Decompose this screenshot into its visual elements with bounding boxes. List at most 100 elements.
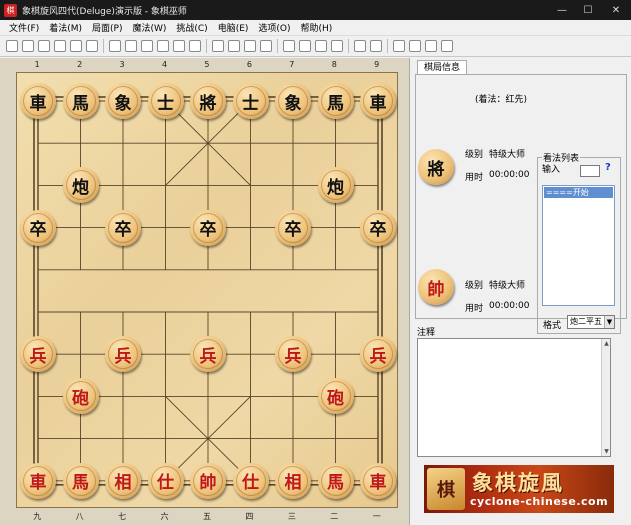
board-setup-icon[interactable] [189, 40, 201, 52]
record-icon[interactable] [299, 40, 311, 52]
black-piece[interactable]: 炮 [317, 167, 354, 204]
red-piece[interactable]: 兵 [275, 336, 311, 373]
toolbar-separator [277, 39, 278, 53]
black-piece[interactable]: 卒 [360, 209, 396, 246]
menu-computer[interactable]: 电脑(E) [213, 21, 254, 34]
black-piece[interactable]: 士 [232, 83, 269, 119]
maximize-button[interactable]: ☐ [575, 0, 601, 20]
next-move-icon[interactable] [141, 40, 153, 52]
format-select[interactable]: 炮二平五 ▼ [567, 315, 615, 329]
settings-icon[interactable] [393, 40, 405, 52]
red-piece[interactable]: 馬 [62, 462, 99, 499]
clock-icon[interactable] [370, 40, 382, 52]
menu-magic[interactable]: 魔法(W) [127, 21, 171, 34]
move-list[interactable]: ====开始==== [542, 185, 615, 306]
close-button[interactable]: ✕ [601, 0, 631, 20]
red-piece[interactable]: 帥 [190, 462, 226, 499]
delete-move-icon[interactable] [173, 40, 185, 52]
red-piece[interactable]: 車 [20, 462, 56, 499]
black-piece[interactable]: 車 [360, 83, 396, 119]
red-level: 特级大师 [489, 281, 526, 291]
book-icon[interactable] [354, 40, 366, 52]
format-value: 炮二平五 [570, 317, 602, 326]
red-piece[interactable]: 仕 [147, 462, 184, 499]
black-piece[interactable]: 馬 [317, 83, 354, 119]
first-move-icon[interactable] [109, 40, 121, 52]
format-label: 格式 [543, 321, 562, 331]
edit-icon[interactable] [228, 40, 240, 52]
chevron-down-icon[interactable]: ▼ [604, 316, 614, 328]
red-piece[interactable]: 兵 [360, 336, 396, 373]
red-piece[interactable]: 車 [360, 462, 396, 499]
file-label: 9 [374, 60, 380, 69]
toolbar-separator [206, 39, 207, 53]
scroll-down-icon[interactable]: ▼ [602, 447, 611, 456]
save-icon[interactable] [38, 40, 50, 52]
flip-board-icon[interactable] [212, 40, 224, 52]
exit-icon[interactable] [441, 40, 453, 52]
black-piece[interactable]: 馬 [62, 83, 99, 119]
menu-moves[interactable]: 着法(M) [44, 21, 87, 34]
notes-textarea[interactable]: ▲ ▼ [417, 338, 611, 457]
analyze-icon[interactable] [283, 40, 295, 52]
stop-icon[interactable] [315, 40, 327, 52]
minimize-button[interactable]: — [549, 0, 575, 20]
file-label: 三 [287, 512, 296, 521]
red-piece[interactable]: 馬 [317, 462, 354, 499]
open-file-icon[interactable] [22, 40, 34, 52]
new-file-icon[interactable] [6, 40, 18, 52]
print-icon[interactable] [54, 40, 66, 52]
sound-icon[interactable] [331, 40, 343, 52]
palette-icon[interactable] [244, 40, 256, 52]
list-item[interactable]: ====开始==== [544, 187, 613, 208]
cyclone-banner[interactable]: 棋 象棋旋風 cyclone-chinese.com [424, 465, 614, 513]
menu-file[interactable]: 文件(F) [4, 21, 44, 34]
red-time-label: 用时 [465, 304, 484, 314]
move-input-field[interactable] [580, 165, 600, 177]
file-label: 8 [331, 60, 337, 69]
tab-game-info[interactable]: 棋局信息 [417, 60, 468, 75]
move-input-label: 输入 [542, 165, 561, 175]
game-info-body: (着法：红先) 將 级别 特级大师 用时 00:00:00 帥 级别 特级大师 … [415, 74, 627, 334]
black-piece[interactable]: 將 [190, 83, 226, 119]
image-icon[interactable] [409, 40, 421, 52]
scroll-up-icon[interactable]: ▲ [602, 339, 611, 348]
black-piece[interactable]: 車 [20, 83, 56, 119]
paste-icon[interactable] [86, 40, 98, 52]
menu-options[interactable]: 选项(O) [253, 21, 295, 34]
black-piece[interactable]: 卒 [275, 209, 311, 246]
black-piece[interactable]: 卒 [105, 209, 141, 246]
menu-help[interactable]: 帮助(H) [296, 21, 338, 34]
board-grid [33, 96, 383, 486]
file-label: 2 [77, 60, 83, 69]
red-piece[interactable]: 仕 [232, 462, 269, 499]
toolbar-separator [348, 39, 349, 53]
black-piece[interactable]: 炮 [62, 167, 99, 204]
side-panel: 棋局信息 (着法：红先) 將 级别 特级大师 用时 00:00:00 帥 级别 … [411, 58, 631, 525]
red-player-avatar: 帥 [418, 269, 454, 305]
menu-challenge[interactable]: 挑战(C) [171, 21, 212, 34]
red-piece[interactable]: 兵 [105, 336, 141, 373]
file-labels-top: 1 2 3 4 5 6 7 8 9 [16, 60, 398, 70]
black-piece[interactable]: 象 [275, 83, 311, 119]
xiangqi-board[interactable]: 車馬象士將士象馬車炮炮卒卒卒卒卒兵兵兵兵兵砲砲車馬相仕帥仕相馬車 [16, 72, 398, 508]
red-piece[interactable]: 砲 [317, 378, 354, 415]
menu-position[interactable]: 局面(P) [87, 21, 127, 34]
last-move-icon[interactable] [157, 40, 169, 52]
red-piece[interactable]: 砲 [62, 378, 99, 415]
chart-icon[interactable] [425, 40, 437, 52]
red-piece[interactable]: 相 [105, 462, 141, 499]
help-link[interactable]: ? [605, 162, 611, 173]
black-piece[interactable]: 卒 [190, 209, 226, 246]
prev-move-icon[interactable] [125, 40, 137, 52]
notes-scrollbar[interactable]: ▲ ▼ [601, 339, 610, 456]
copy-icon[interactable] [70, 40, 82, 52]
red-piece[interactable]: 兵 [190, 336, 226, 373]
red-piece[interactable]: 相 [275, 462, 311, 499]
red-piece[interactable]: 兵 [20, 336, 56, 373]
color-icon[interactable] [260, 40, 272, 52]
black-piece[interactable]: 象 [105, 83, 141, 119]
black-piece[interactable]: 士 [147, 83, 184, 119]
black-piece[interactable]: 卒 [20, 209, 56, 246]
file-label: 6 [246, 60, 252, 69]
